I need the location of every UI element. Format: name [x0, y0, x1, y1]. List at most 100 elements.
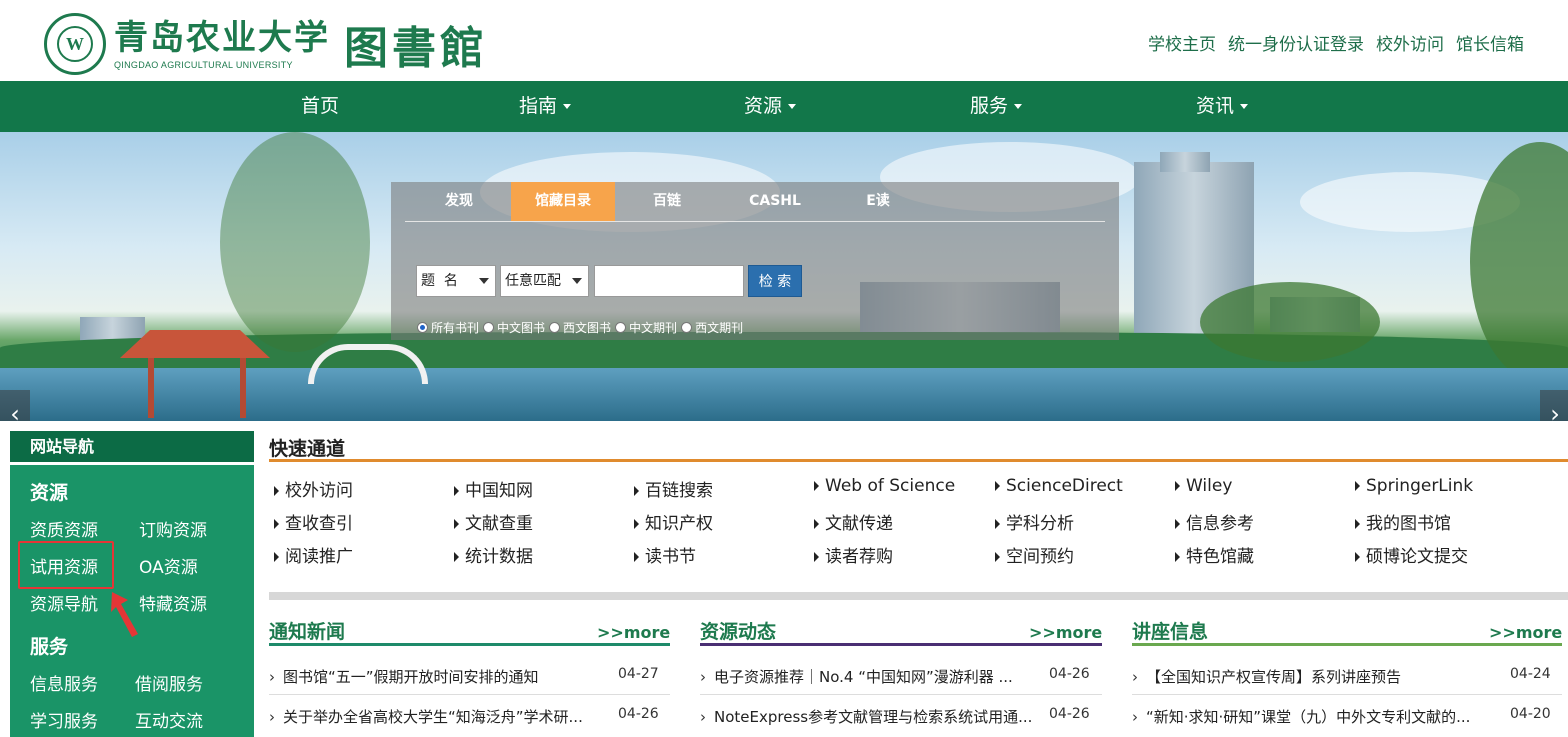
nav-services[interactable]: 服务: [946, 81, 1046, 132]
quick-link[interactable]: 学科分析: [995, 509, 1074, 534]
nav-news[interactable]: 资讯: [1172, 81, 1272, 132]
tab-eread[interactable]: E读: [841, 182, 915, 221]
radio-western-journals[interactable]: 西文期刊: [681, 319, 743, 336]
triangle-right-icon: [274, 486, 279, 496]
quick-link[interactable]: ScienceDirect: [995, 476, 1123, 496]
sidebar-link-info-services[interactable]: 信息服务: [30, 670, 98, 695]
quick-link[interactable]: 统计数据: [454, 542, 533, 567]
triangle-right-icon: [814, 552, 819, 562]
sidebar-link-qualified-resources[interactable]: 资质资源: [30, 516, 98, 541]
tab-catalog[interactable]: 馆藏目录: [511, 182, 615, 221]
radio-chinese-books[interactable]: 中文图书: [483, 319, 545, 336]
quick-link[interactable]: 我的图书馆: [1355, 509, 1451, 534]
resource-news-more-link[interactable]: >>more: [1029, 623, 1102, 642]
quick-link[interactable]: Web of Science: [814, 476, 955, 496]
triangle-right-icon: [1355, 481, 1360, 491]
news-item[interactable]: › NoteExpress参考文献管理与检索系统试用通...: [700, 706, 1048, 727]
quick-link[interactable]: 知识产权: [634, 509, 713, 534]
quick-link[interactable]: 信息参考: [1175, 509, 1254, 534]
triangle-right-icon: [454, 552, 459, 562]
sidebar-link-resource-navigation[interactable]: 资源导航: [30, 590, 98, 615]
radio-chinese-journals[interactable]: 中文期刊: [615, 319, 677, 336]
news-item[interactable]: › 电子资源推荐｜No.4 “中国知网”漫游利器 ...: [700, 666, 1048, 687]
red-arrow-icon: [111, 592, 138, 637]
top-link-offcampus-access[interactable]: 校外访问: [1376, 30, 1444, 55]
chevron-right-icon: ›: [700, 708, 706, 726]
sidebar-link-ordered-resources[interactable]: 订购资源: [139, 516, 207, 541]
dropdown-arrow-icon: [479, 278, 489, 284]
triangle-right-icon: [814, 519, 819, 529]
news-item[interactable]: › “新知·求知·研知”课堂（九）中外文专利文献的...: [1132, 706, 1504, 727]
radio-unchecked-icon: [483, 322, 495, 333]
quick-link[interactable]: 空间预约: [995, 542, 1074, 567]
sidebar-section-services: 服务: [30, 636, 69, 658]
caret-down-icon: [1240, 104, 1248, 109]
caret-down-icon: [563, 104, 571, 109]
sidebar-link-oa-resources[interactable]: OA资源: [139, 553, 198, 578]
tab-cashl[interactable]: CASHL: [725, 182, 825, 221]
search-input[interactable]: [594, 265, 744, 297]
nav-guide[interactable]: 指南: [495, 81, 595, 132]
tab-bailian[interactable]: 百链: [627, 182, 707, 221]
radio-western-books[interactable]: 西文图书: [549, 319, 611, 336]
triangle-right-icon: [1175, 552, 1180, 562]
news-date: 04-26: [618, 706, 659, 722]
top-link-unified-login[interactable]: 统一身份认证登录: [1228, 30, 1364, 55]
quick-link[interactable]: 文献查重: [454, 509, 533, 534]
sidebar-link-study-services[interactable]: 学习服务: [30, 707, 98, 732]
banner-next-button[interactable]: ›: [1540, 390, 1568, 421]
match-select[interactable]: 任意匹配: [500, 265, 589, 297]
triangle-right-icon: [1175, 481, 1180, 491]
quick-link[interactable]: 文献传递: [814, 509, 893, 534]
triangle-right-icon: [634, 519, 639, 529]
quick-link[interactable]: 读者荐购: [814, 542, 893, 567]
top-link-director-mailbox[interactable]: 馆长信箱: [1456, 30, 1524, 55]
notice-news-title: 通知新闻: [269, 621, 346, 643]
quick-link[interactable]: 百链搜索: [634, 476, 713, 501]
quick-link[interactable]: 阅读推广: [274, 542, 353, 567]
quick-link[interactable]: 硕博论文提交: [1355, 542, 1468, 567]
sidebar-link-interaction[interactable]: 互动交流: [135, 707, 203, 732]
quick-link[interactable]: 校外访问: [274, 476, 353, 501]
field-select[interactable]: 题 名: [416, 265, 496, 297]
triangle-right-icon: [995, 552, 1000, 562]
nav-home[interactable]: 首页: [270, 81, 370, 132]
lecture-info-more-link[interactable]: >>more: [1489, 623, 1562, 642]
triangle-right-icon: [274, 552, 279, 562]
university-logo[interactable]: W 青岛农业大学 QINGDAO AGRICULTURAL UNIVERSITY…: [44, 12, 488, 76]
triangle-right-icon: [454, 486, 459, 496]
caret-down-icon: [1014, 104, 1022, 109]
quick-link[interactable]: 中国知网: [454, 476, 533, 501]
search-button[interactable]: 检 索: [748, 265, 802, 297]
logo-chinese-name: 青岛农业大学: [114, 18, 330, 58]
tab-discover[interactable]: 发现: [419, 182, 499, 221]
banner-prev-button[interactable]: ‹: [0, 390, 30, 421]
quick-link[interactable]: Wiley: [1175, 476, 1232, 496]
sidebar-link-special-collections[interactable]: 特藏资源: [139, 590, 207, 615]
sidebar-link-lending-services[interactable]: 借阅服务: [135, 670, 203, 695]
nav-resources[interactable]: 资源: [720, 81, 820, 132]
news-item[interactable]: › 图书馆“五一”假期开放时间安排的通知: [269, 666, 609, 687]
quick-link[interactable]: SpringerLink: [1355, 476, 1473, 496]
quick-link[interactable]: 特色馆藏: [1175, 542, 1254, 567]
triangle-right-icon: [454, 519, 459, 529]
triangle-right-icon: [995, 481, 1000, 491]
chevron-right-icon: ›: [1132, 668, 1138, 686]
news-date: 04-26: [1049, 666, 1090, 682]
radio-all[interactable]: 所有书刊: [417, 319, 479, 336]
quick-link[interactable]: 读书节: [634, 542, 696, 567]
quick-link[interactable]: 查收查引: [274, 509, 353, 534]
news-date: 04-27: [618, 666, 659, 682]
top-link-school-home[interactable]: 学校主页: [1148, 30, 1216, 55]
sidebar-section-resources: 资源: [30, 482, 69, 504]
chevron-right-icon: ›: [1132, 708, 1138, 726]
caret-down-icon: [788, 104, 796, 109]
notice-news-more-link[interactable]: >>more: [597, 623, 670, 642]
news-item[interactable]: › 关于举办全省高校大学生“知海泛舟”学术研...: [269, 706, 617, 727]
dropdown-arrow-icon: [572, 278, 582, 284]
triangle-right-icon: [634, 486, 639, 496]
radio-unchecked-icon: [615, 322, 627, 333]
search-scope-radios: 所有书刊 中文图书 西文图书 中文期刊 西文期刊: [417, 319, 747, 336]
chevron-right-icon: ›: [700, 668, 706, 686]
news-item[interactable]: › 【全国知识产权宣传周】系列讲座预告: [1132, 666, 1502, 687]
